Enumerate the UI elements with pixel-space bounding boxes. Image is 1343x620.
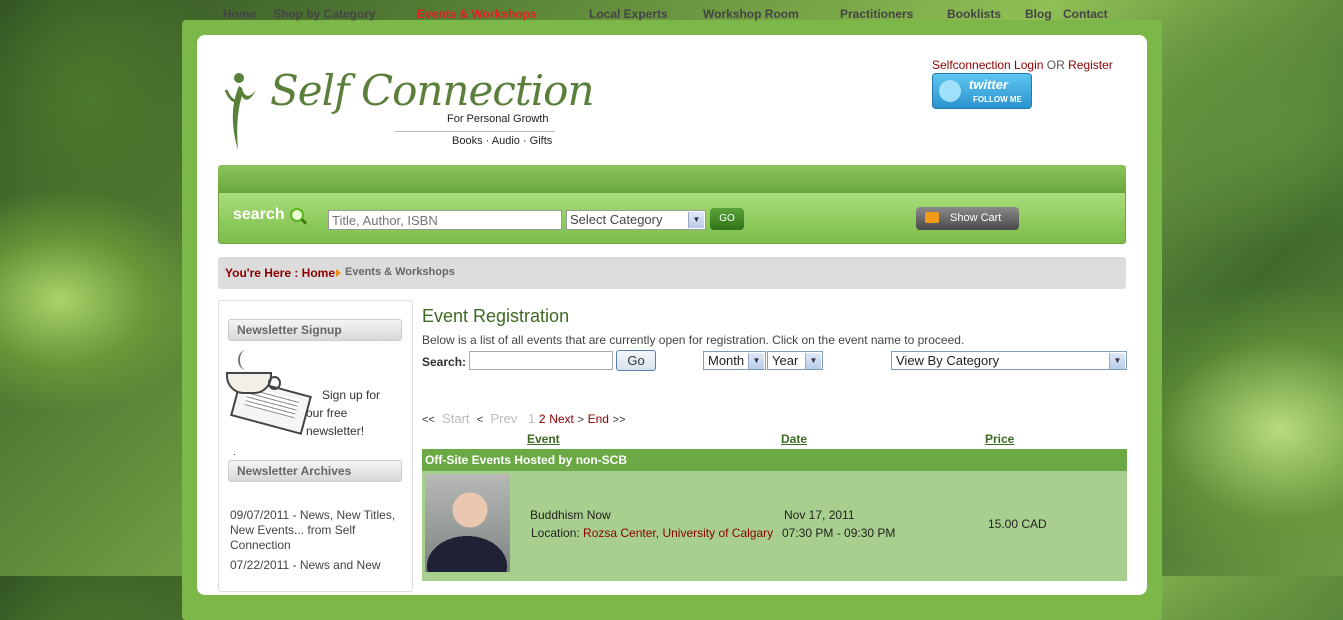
event-location: Location: Rozsa Center, University of Ca… <box>531 526 773 540</box>
event-search-input[interactable] <box>469 351 613 370</box>
month-select-value: Month <box>708 353 745 368</box>
event-time: 07:30 PM - 09:30 PM <box>782 526 896 540</box>
page-title: Event Registration <box>422 306 570 326</box>
pager-next[interactable]: Next <box>549 412 574 426</box>
chevron-down-icon: ▼ <box>748 353 764 369</box>
event-search-label: Search: <box>422 355 467 369</box>
pager-current-page: 1 <box>528 411 536 426</box>
event-photo[interactable] <box>425 474 510 572</box>
nav-practitioners[interactable]: Practitioners <box>840 7 913 21</box>
event-search-go-button[interactable]: Go <box>616 350 656 371</box>
category-select-value: Select Category <box>570 212 663 227</box>
twitter-follow-label: FOLLOW ME <box>973 95 1022 104</box>
show-cart-label: Show Cart <box>950 212 1002 224</box>
breadcrumb-arrow-icon <box>336 269 341 277</box>
account-links: Selfconnection Login OR Register <box>932 58 1113 72</box>
chevron-down-icon: ▼ <box>688 212 704 228</box>
site-search-input[interactable] <box>328 210 562 230</box>
archive-item[interactable]: 07/22/2011 - News and New <box>230 558 402 573</box>
show-cart-button[interactable]: Show Cart <box>916 207 1019 230</box>
chevron-down-icon: ▼ <box>1109 353 1125 369</box>
nav-workshop-room[interactable]: Workshop Room <box>703 7 799 21</box>
cup-handle-icon <box>268 376 281 390</box>
event-date: Nov 17, 2011 <box>784 508 855 522</box>
event-price: 15.00 CAD <box>988 517 1047 531</box>
search-label: search <box>233 206 285 223</box>
nav-local-experts[interactable]: Local Experts <box>589 7 668 21</box>
breadcrumb-current: Events & Workshops <box>345 266 455 278</box>
pager-next-arrow: > <box>577 414 584 426</box>
year-select-value: Year <box>772 353 799 368</box>
location-label: Location: <box>531 526 580 540</box>
nav-booklists[interactable]: Booklists <box>947 7 1001 21</box>
logo-title[interactable]: Self Connection <box>270 66 595 115</box>
login-link[interactable]: Selfconnection Login <box>932 58 1043 72</box>
logo-products: Books · Audio · Gifts <box>452 135 553 147</box>
month-select[interactable]: Month ▼ <box>703 351 766 370</box>
pager-start: Start <box>442 411 470 426</box>
breadcrumb-home-link[interactable]: You're Here : Home <box>225 266 335 280</box>
year-select[interactable]: Year ▼ <box>767 351 823 370</box>
view-by-category-value: View By Category <box>896 353 1000 368</box>
archive-list: 09/07/2011 - News, New Titles, New Event… <box>230 508 402 578</box>
nav-home[interactable]: Home <box>223 7 256 21</box>
event-name-link[interactable]: Buddhism Now <box>530 508 611 522</box>
newsletter-archives-heading: Newsletter Archives <box>228 460 402 482</box>
signup-line-1: Sign up for <box>322 388 381 402</box>
location-separator: , <box>655 526 660 540</box>
logo-tagline: For Personal Growth <box>447 113 549 125</box>
pager-last: >> <box>612 414 626 426</box>
search-go-button[interactable]: GO <box>710 208 744 230</box>
main-nav <box>218 165 1126 192</box>
column-header-date[interactable]: Date <box>781 432 807 446</box>
page-intro: Below is a list of all events that are c… <box>422 333 965 347</box>
register-link[interactable]: Register <box>1068 58 1113 72</box>
search-icon <box>290 208 304 222</box>
newsletter-signup-link[interactable]: Sign up for our free newsletter! <box>306 386 402 440</box>
pagination: << Start < Prev 1 2 Next > End >> <box>422 411 625 426</box>
pager-first: << <box>422 414 435 426</box>
event-group-header: Off-Site Events Hosted by non-SCB <box>422 449 1127 471</box>
nav-blog[interactable]: Blog <box>1025 7 1052 21</box>
breadcrumb: You're Here : Home Events & Workshops <box>218 257 1126 289</box>
signup-line-3: newsletter! <box>306 424 365 438</box>
logo-divider <box>395 131 555 132</box>
twitter-follow-button[interactable]: twitter FOLLOW ME <box>932 73 1032 109</box>
category-select[interactable]: Select Category ▼ <box>566 210 706 230</box>
nav-events-workshops[interactable]: Events & Workshops <box>417 7 537 21</box>
venue-link[interactable]: Rozsa Center <box>583 526 656 540</box>
archive-item[interactable]: 09/07/2011 - News, New Titles, New Event… <box>230 508 402 553</box>
institution-link[interactable]: University of Calgary <box>662 526 773 540</box>
column-header-event[interactable]: Event <box>527 432 560 446</box>
twitter-bird-icon <box>939 80 961 102</box>
pager-prev-arrow: < <box>476 414 484 426</box>
or-label: OR <box>1046 58 1065 72</box>
column-header-price[interactable]: Price <box>985 432 1014 446</box>
chevron-down-icon: ▼ <box>805 353 821 369</box>
nav-contact[interactable]: Contact <box>1063 7 1108 21</box>
cart-icon <box>925 212 939 223</box>
steam-icon <box>238 350 254 370</box>
logo-figure-icon <box>224 73 256 150</box>
signup-line-2: our free <box>306 406 348 420</box>
nav-shop-by-category[interactable]: Shop by Category <box>273 7 376 21</box>
newsletter-signup-heading: Newsletter Signup <box>228 319 402 341</box>
pager-prev: Prev <box>490 411 518 426</box>
view-by-category-select[interactable]: View By Category ▼ <box>891 351 1127 370</box>
pager-page-2[interactable]: 2 <box>539 412 546 426</box>
sidebar-dot: . <box>233 447 236 458</box>
twitter-label: twitter <box>969 77 1008 92</box>
pager-end[interactable]: End <box>588 412 609 426</box>
